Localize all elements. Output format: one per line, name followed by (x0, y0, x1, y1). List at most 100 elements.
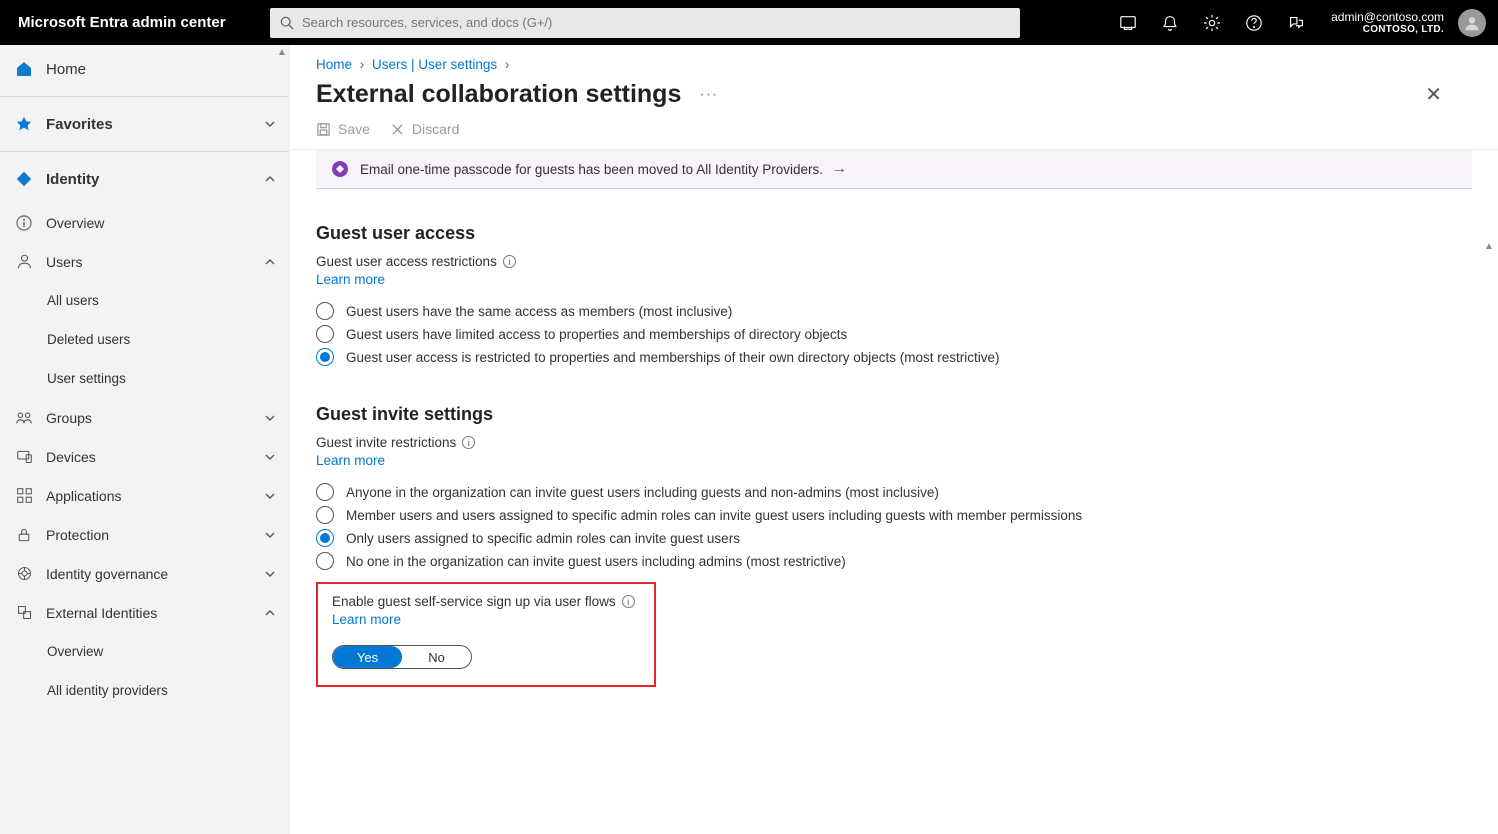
radio-option[interactable]: Guest users have limited access to prope… (316, 325, 1472, 343)
radio-option[interactable]: Guest users have the same access as memb… (316, 302, 1472, 320)
sidebar-favorites[interactable]: Favorites (0, 100, 289, 148)
info-icon[interactable]: i (462, 436, 475, 449)
close-icon[interactable]: ✕ (1425, 82, 1442, 107)
toggle-yes[interactable]: Yes (333, 646, 402, 668)
radio-label: Only users assigned to specific admin ro… (346, 531, 740, 546)
sidebar-extid-idp[interactable]: All identity providers (0, 671, 289, 710)
learn-more-link[interactable]: Learn more (316, 272, 385, 287)
help-icon[interactable] (1233, 0, 1275, 45)
search-input[interactable] (302, 15, 1010, 30)
governance-icon (13, 563, 35, 585)
toggle-no[interactable]: No (402, 646, 471, 668)
radio-option[interactable]: No one in the organization can invite gu… (316, 552, 1472, 570)
radio-label: Guest users have limited access to prope… (346, 327, 847, 342)
breadcrumb-users[interactable]: Users | User settings (372, 57, 497, 72)
learn-more-link[interactable]: Learn more (316, 453, 385, 468)
chevron-up-icon (263, 606, 277, 620)
sidebar-external-identities[interactable]: External Identities (0, 593, 289, 632)
save-button[interactable]: Save (316, 121, 370, 137)
sidebar-home[interactable]: Home (0, 45, 289, 93)
content-area: Guest user access Guest user access rest… (290, 209, 1498, 707)
sidebar-overview[interactable]: Overview (0, 203, 289, 242)
sidebar-groups[interactable]: Groups (0, 398, 289, 437)
info-icon (13, 212, 35, 234)
chevron-up-icon (263, 255, 277, 269)
more-actions-icon[interactable]: ··· (699, 86, 718, 104)
lock-icon (13, 524, 35, 546)
discard-icon (390, 122, 405, 137)
sidebar-all-users[interactable]: All users (0, 281, 289, 320)
info-banner[interactable]: Email one-time passcode for guests has b… (316, 150, 1472, 189)
chevron-right-icon: › (360, 57, 365, 72)
radio-label: Anyone in the organization can invite gu… (346, 485, 939, 500)
account-info[interactable]: admin@contoso.com CONTOSO, LTD. (1317, 10, 1452, 35)
radio-icon (316, 483, 334, 501)
avatar[interactable] (1458, 9, 1486, 37)
brand: Microsoft Entra admin center (0, 14, 270, 31)
notifications-icon[interactable] (1149, 0, 1191, 45)
home-icon (13, 58, 35, 80)
sidebar-extid-overview[interactable]: Overview (0, 632, 289, 671)
account-email: admin@contoso.com (1331, 10, 1444, 24)
save-icon (316, 122, 331, 137)
discard-button[interactable]: Discard (390, 121, 459, 137)
feedback-icon[interactable] (1275, 0, 1317, 45)
radio-icon (316, 302, 334, 320)
chevron-up-icon (263, 172, 277, 186)
breadcrumb-home[interactable]: Home (316, 57, 352, 72)
cloud-shell-icon[interactable] (1107, 0, 1149, 45)
chevron-down-icon (263, 489, 277, 503)
user-icon (13, 251, 35, 273)
top-bar: Microsoft Entra admin center admin@conto… (0, 0, 1498, 45)
star-icon (13, 113, 35, 135)
highlight-self-service: Enable guest self-service sign up via us… (316, 582, 656, 687)
info-icon[interactable]: i (503, 255, 516, 268)
chevron-down-icon (263, 528, 277, 542)
breadcrumb: Home › Users | User settings › (290, 45, 1498, 80)
radio-icon (316, 552, 334, 570)
arrow-right-icon: → (831, 160, 847, 178)
radio-icon (316, 506, 334, 524)
radio-icon (316, 529, 334, 547)
radio-option[interactable]: Anyone in the organization can invite gu… (316, 483, 1472, 501)
sidebar: ▲ Home Favorites Identity Overview Users… (0, 45, 290, 834)
sidebar-identity[interactable]: Identity (0, 155, 289, 203)
search-icon (280, 16, 294, 30)
account-tenant: CONTOSO, LTD. (1363, 24, 1444, 35)
sidebar-identity-governance[interactable]: Identity governance (0, 554, 289, 593)
chevron-down-icon (263, 411, 277, 425)
chevron-down-icon (263, 117, 277, 131)
sidebar-deleted-users[interactable]: Deleted users (0, 320, 289, 359)
radio-label: Member users and users assigned to speci… (346, 508, 1082, 523)
main-panel: Home › Users | User settings › External … (290, 45, 1498, 834)
radio-option[interactable]: Member users and users assigned to speci… (316, 506, 1472, 524)
guest-access-subtitle: Guest user access restrictions i (316, 254, 1472, 269)
self-service-toggle[interactable]: Yes No (332, 645, 472, 669)
section-guest-invite-title: Guest invite settings (316, 404, 1472, 425)
radio-icon (316, 325, 334, 343)
radio-option[interactable]: Guest user access is restricted to prope… (316, 348, 1472, 366)
settings-icon[interactable] (1191, 0, 1233, 45)
self-service-label: Enable guest self-service sign up via us… (332, 594, 640, 609)
sidebar-users[interactable]: Users (0, 242, 289, 281)
search-box[interactable] (270, 8, 1020, 38)
sidebar-user-settings[interactable]: User settings (0, 359, 289, 398)
guest-invite-subtitle: Guest invite restrictions i (316, 435, 1472, 450)
sidebar-devices[interactable]: Devices (0, 437, 289, 476)
identity-icon (13, 168, 35, 190)
chevron-down-icon (263, 567, 277, 581)
chevron-right-icon: › (505, 57, 510, 72)
groups-icon (13, 407, 35, 429)
devices-icon (13, 446, 35, 468)
radio-option[interactable]: Only users assigned to specific admin ro… (316, 529, 1472, 547)
chevron-down-icon (263, 450, 277, 464)
page-title: External collaboration settings (316, 80, 681, 109)
info-icon[interactable]: i (622, 595, 635, 608)
learn-more-link[interactable]: Learn more (332, 612, 401, 627)
sidebar-applications[interactable]: Applications (0, 476, 289, 515)
info-banner-text: Email one-time passcode for guests has b… (360, 162, 823, 177)
info-badge-icon (332, 161, 348, 177)
section-guest-access-title: Guest user access (316, 223, 1472, 244)
sidebar-protection[interactable]: Protection (0, 515, 289, 554)
radio-label: Guest user access is restricted to prope… (346, 350, 1000, 365)
